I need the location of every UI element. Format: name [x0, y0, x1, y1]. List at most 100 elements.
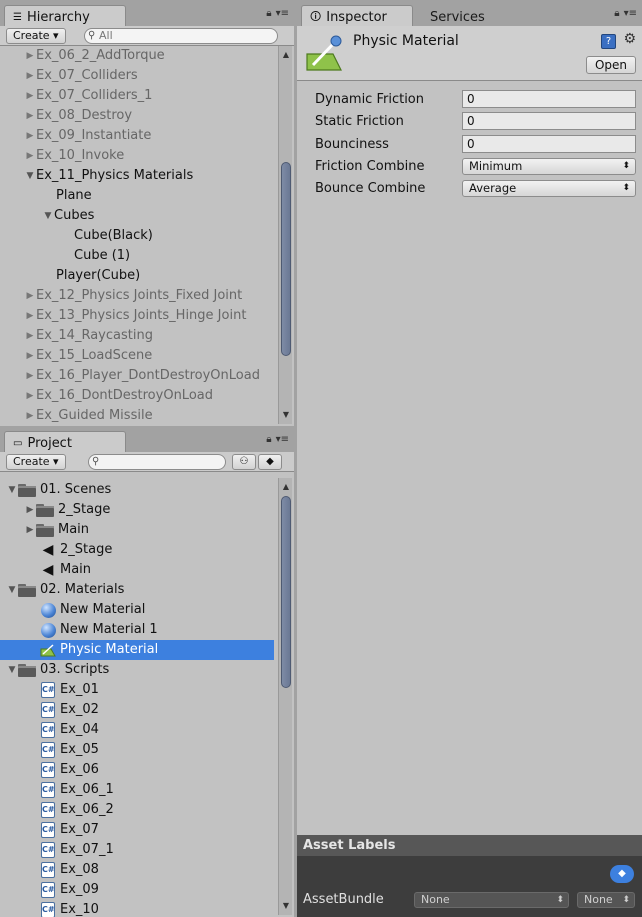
list-item[interactable]: New Material 1	[0, 620, 274, 640]
expand-arrow-icon[interactable]: ▶	[24, 46, 36, 66]
list-item[interactable]: C# Ex_10	[0, 900, 274, 917]
open-button[interactable]: Open	[586, 56, 636, 74]
bounce-combine-select[interactable]: Average ⬍	[462, 179, 636, 197]
list-item[interactable]: C# Ex_01	[0, 680, 274, 700]
asset-bundle-select[interactable]: None ⬍	[414, 892, 569, 908]
scroll-up-icon[interactable]: ▲	[279, 48, 293, 62]
list-item[interactable]: C# Ex_06_1	[0, 780, 274, 800]
list-item[interactable]: ▶ Ex_10_Invoke	[0, 146, 276, 166]
list-item[interactable]: C# Ex_07	[0, 820, 274, 840]
list-item[interactable]: Cube (1)	[0, 246, 276, 266]
asset-bundle-variant-select[interactable]: None ⬍	[577, 892, 635, 908]
scroll-down-icon[interactable]: ▼	[279, 899, 293, 913]
bounciness-row: Bounciness 0	[315, 135, 636, 153]
project-scroll-thumb[interactable]	[281, 496, 291, 688]
list-item[interactable]: C# Ex_06_2	[0, 800, 274, 820]
dynamic-friction-field[interactable]: 0	[462, 90, 636, 108]
list-item[interactable]: C# Ex_07_1	[0, 840, 274, 860]
filter-by-label-button[interactable]: ◆	[258, 454, 282, 470]
expand-arrow-icon[interactable]: ▶	[24, 86, 36, 106]
collapse-arrow-icon[interactable]: ▼	[6, 580, 18, 600]
list-item[interactable]: New Material	[0, 600, 274, 620]
friction-combine-select[interactable]: Minimum ⬍	[462, 157, 636, 175]
tag-icon[interactable]: ◆	[610, 865, 634, 883]
panel-menu-icon[interactable]: ▾≡	[276, 434, 289, 445]
tab-project[interactable]: ▭ Project	[4, 431, 126, 452]
expand-arrow-icon[interactable]: ▶	[24, 66, 36, 86]
list-item[interactable]: ▶ Ex_15_LoadScene	[0, 346, 276, 366]
list-item[interactable]: ▶ Ex_07_Colliders	[0, 66, 276, 86]
expand-arrow-icon[interactable]: ▶	[24, 406, 36, 426]
expand-arrow-icon[interactable]: ▶	[24, 306, 36, 326]
hierarchy-create-button[interactable]: Create ▾	[6, 28, 66, 44]
hierarchy-search-input[interactable]: ⚲ All	[84, 28, 278, 44]
list-item[interactable]: C# Ex_04	[0, 720, 274, 740]
list-icon: ☰	[13, 11, 22, 23]
list-item[interactable]: C# Ex_09	[0, 880, 274, 900]
static-friction-field[interactable]: 0	[462, 112, 636, 130]
expand-arrow-icon[interactable]: ▶	[24, 106, 36, 126]
list-item[interactable]: ▶ Ex_08_Destroy	[0, 106, 276, 126]
list-item[interactable]: ▶ Ex_Guided Missile	[0, 406, 276, 426]
collapse-arrow-icon[interactable]: ▼	[6, 480, 18, 500]
list-item[interactable]: ▶ Ex_06_2_AddTorque	[0, 46, 276, 66]
collapse-arrow-icon[interactable]: ▼	[42, 206, 54, 226]
scroll-up-icon[interactable]: ▲	[279, 480, 293, 494]
list-item[interactable]: ▶ 2_Stage	[0, 500, 274, 520]
gear-icon[interactable]: ⚙	[623, 31, 636, 47]
expand-arrow-icon[interactable]: ▶	[24, 520, 36, 540]
hierarchy-scroll-thumb[interactable]	[281, 162, 291, 356]
expand-arrow-icon[interactable]: ▶	[24, 366, 36, 386]
list-item[interactable]: ▶ Ex_13_Physics Joints_Hinge Joint	[0, 306, 276, 326]
list-item[interactable]: C# Ex_06	[0, 760, 274, 780]
list-item[interactable]: ▶ Ex_07_Colliders_1	[0, 86, 276, 106]
expand-arrow-icon[interactable]: ▶	[24, 386, 36, 406]
list-item[interactable]: Plane	[0, 186, 276, 206]
list-item[interactable]: ▶ Ex_09_Instantiate	[0, 126, 276, 146]
collapse-arrow-icon[interactable]: ▼	[6, 660, 18, 680]
list-item[interactable]: ▼ 01. Scenes	[0, 480, 274, 500]
list-item[interactable]: ▶ Main	[0, 520, 274, 540]
list-item[interactable]: ▼ 02. Materials	[0, 580, 274, 600]
hierarchy-scrollbar[interactable]: ▲ ▼	[278, 46, 292, 424]
list-item[interactable]: C# Ex_05	[0, 740, 274, 760]
expand-arrow-icon[interactable]: ▶	[24, 286, 36, 306]
bounciness-field[interactable]: 0	[462, 135, 636, 153]
panel-menu-icon[interactable]: ▾≡	[276, 8, 289, 19]
expand-arrow-icon[interactable]: ▶	[24, 326, 36, 346]
physic-material-large-icon	[305, 32, 343, 72]
list-item[interactable]: ▶ Ex_12_Physics Joints_Fixed Joint	[0, 286, 276, 306]
filter-by-type-button[interactable]: ⚇	[232, 454, 256, 470]
collapse-arrow-icon[interactable]: ▼	[24, 166, 36, 186]
lock-icon[interactable]: 🔒︎	[614, 8, 619, 19]
list-item[interactable]: ◀ 2_Stage	[0, 540, 274, 560]
lock-icon[interactable]: 🔒︎	[266, 434, 271, 445]
list-item[interactable]: C# Ex_02	[0, 700, 274, 720]
list-item[interactable]: Cube(Black)	[0, 226, 276, 246]
project-search-input[interactable]: ⚲	[88, 454, 226, 470]
list-item-selected[interactable]: Physic Material	[0, 640, 274, 660]
list-item[interactable]: ◀ Main	[0, 560, 274, 580]
expand-arrow-icon[interactable]: ▶	[24, 146, 36, 166]
list-item[interactable]: ▶ Ex_14_Raycasting	[0, 326, 276, 346]
panel-menu-icon[interactable]: ▾≡	[624, 8, 637, 19]
list-item[interactable]: C# Ex_08	[0, 860, 274, 880]
list-item[interactable]: ▼ Cubes	[0, 206, 276, 226]
expand-arrow-icon[interactable]: ▶	[24, 346, 36, 366]
lock-icon[interactable]: 🔒︎	[266, 8, 271, 19]
tab-inspector[interactable]: 🛈︎ Inspector	[301, 5, 413, 26]
scroll-down-icon[interactable]: ▼	[279, 408, 293, 422]
list-item[interactable]: ▶ Ex_16_Player_DontDestroyOnLoad	[0, 366, 276, 386]
project-scrollbar[interactable]: ▲ ▼	[278, 478, 292, 915]
project-toolbar: Create ▾ ⚲ ⚇ ◆	[0, 452, 294, 472]
help-book-icon[interactable]: ?	[601, 34, 616, 49]
list-item[interactable]: ▶ Ex_16_DontDestroyOnLoad	[0, 386, 276, 406]
list-item[interactable]: ▼ 03. Scripts	[0, 660, 274, 680]
project-create-button[interactable]: Create ▾	[6, 454, 66, 470]
expand-arrow-icon[interactable]: ▶	[24, 126, 36, 146]
list-item[interactable]: ▼ Ex_11_Physics Materials	[0, 166, 276, 186]
expand-arrow-icon[interactable]: ▶	[24, 500, 36, 520]
tab-hierarchy[interactable]: ☰ Hierarchy	[4, 5, 126, 26]
list-item[interactable]: Player(Cube)	[0, 266, 276, 286]
tab-services[interactable]: Services	[421, 5, 494, 26]
